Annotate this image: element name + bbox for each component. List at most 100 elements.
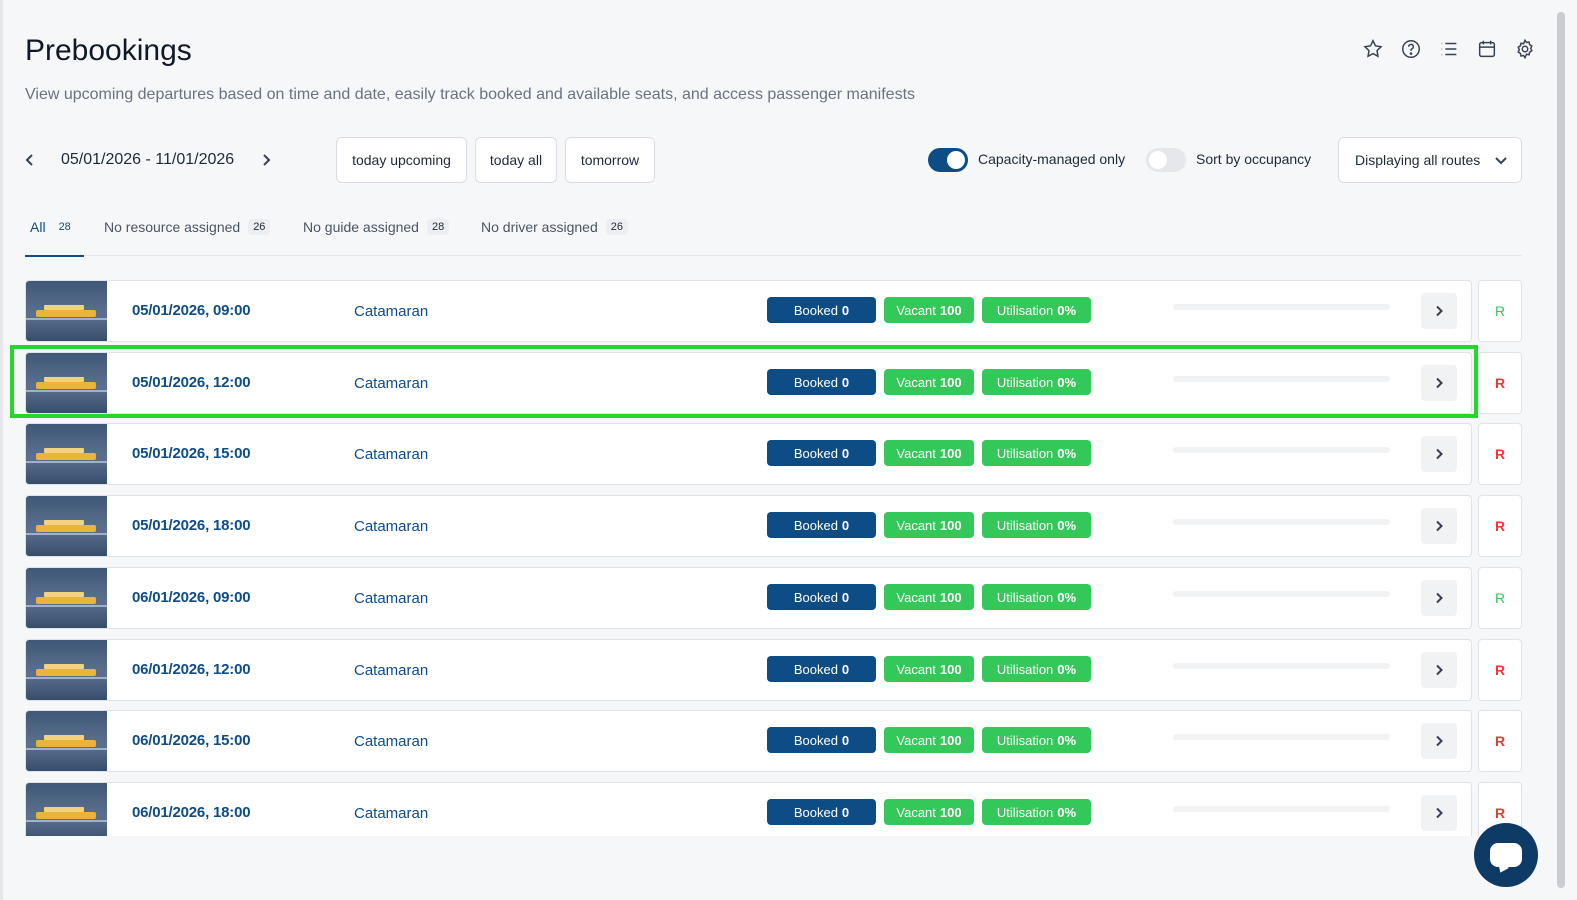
departure-datetime[interactable]: 06/01/2026, 18:00 [132, 804, 251, 821]
open-departure-button[interactable] [1421, 508, 1457, 544]
route-name[interactable]: Catamaran [354, 303, 428, 320]
tab-count: 26 [248, 219, 271, 235]
previous-week-button[interactable] [20, 150, 40, 170]
booked-badge: Booked 0 [767, 799, 876, 825]
chevron-right-icon [1436, 448, 1443, 460]
route-name[interactable]: Catamaran [354, 518, 428, 535]
departure-card[interactable]: 06/01/2026, 12:00 Catamaran Booked 0 Vaca… [25, 639, 1472, 701]
open-departure-button[interactable] [1421, 580, 1457, 616]
today-all-button[interactable]: today all [475, 137, 557, 183]
vacant-badge: Vacant 100 [884, 656, 974, 682]
open-departure-button[interactable] [1421, 293, 1457, 329]
resource-status-button[interactable]: R [1478, 639, 1522, 701]
utilisation-badge: Utilisation 0% [982, 656, 1091, 682]
today-upcoming-button[interactable]: today upcoming [336, 137, 467, 183]
open-departure-button[interactable] [1421, 723, 1457, 759]
boat-thumbnail [26, 711, 107, 771]
prebookings-page: Prebookings View upcoming departures bas… [0, 0, 1577, 900]
routes-dropdown[interactable]: Displaying all routes [1338, 137, 1522, 183]
departure-card[interactable]: 05/01/2026, 09:00 Catamaran Booked 0 Vaca… [25, 280, 1472, 342]
departure-datetime[interactable]: 06/01/2026, 09:00 [132, 589, 251, 606]
tab-no-resource-assigned[interactable]: No resource assigned 26 [104, 210, 271, 256]
water-line [26, 748, 107, 750]
boat-hull [36, 597, 96, 604]
star-icon[interactable] [1361, 37, 1385, 61]
chevron-right-icon [1436, 735, 1443, 747]
badge-label: Utilisation [996, 732, 1054, 748]
tab-no-driver-assigned[interactable]: No driver assigned 26 [481, 210, 628, 256]
toggle-knob [1149, 151, 1167, 169]
badge-label: Vacant [896, 804, 936, 820]
tab-label: No driver assigned [481, 219, 598, 235]
departure-datetime[interactable]: 05/01/2026, 15:00 [132, 445, 251, 462]
route-name[interactable]: Catamaran [354, 446, 428, 463]
departure-card[interactable]: 05/01/2026, 15:00 Catamaran Booked 0 Vaca… [25, 423, 1472, 485]
boat-thumbnail [26, 424, 107, 484]
booked-badge: Booked 0 [767, 512, 876, 538]
water-line [26, 677, 107, 679]
open-departure-button[interactable] [1421, 795, 1457, 831]
resource-status-button[interactable]: R [1478, 710, 1522, 772]
route-name[interactable]: Catamaran [354, 375, 428, 392]
resource-status-button[interactable]: R [1478, 567, 1522, 629]
tab-all[interactable]: All 28 [25, 210, 84, 257]
departure-datetime[interactable]: 06/01/2026, 12:00 [132, 661, 251, 678]
vacant-count: 100 [939, 661, 962, 677]
departure-card[interactable]: 06/01/2026, 15:00 Catamaran Booked 0 Vaca… [25, 710, 1472, 772]
boat-thumbnail [26, 783, 107, 836]
utilisation-progress-bar [1173, 591, 1390, 597]
chevron-right-icon [263, 154, 271, 166]
departure-card[interactable]: 06/01/2026, 18:00 Catamaran Booked 0 Vaca… [25, 782, 1472, 836]
badge-label: Booked [793, 302, 838, 318]
water-line [26, 533, 107, 535]
chevron-left-icon [25, 154, 33, 166]
resource-status-button[interactable]: R [1478, 423, 1522, 485]
departure-datetime[interactable]: 05/01/2026, 09:00 [132, 302, 251, 319]
tab-no-guide-assigned[interactable]: No guide assigned 28 [303, 210, 450, 256]
chat-button[interactable] [1474, 823, 1538, 887]
departure-datetime[interactable]: 05/01/2026, 12:00 [132, 374, 251, 391]
badge-label: Utilisation [996, 661, 1054, 677]
vacant-badge: Vacant 100 [884, 440, 974, 466]
departure-datetime[interactable]: 06/01/2026, 15:00 [132, 732, 251, 749]
settings-icon[interactable] [1513, 37, 1537, 61]
departure-card[interactable]: 05/01/2026, 18:00 Catamaran Booked 0 Vaca… [25, 495, 1472, 557]
route-name[interactable]: Catamaran [354, 590, 428, 607]
route-name[interactable]: Catamaran [354, 662, 428, 679]
page-scrollbar[interactable] [1557, 12, 1565, 888]
next-week-button[interactable] [256, 150, 276, 170]
capacity-managed-toggle[interactable] [928, 148, 968, 172]
open-departure-button[interactable] [1421, 365, 1457, 401]
list-icon[interactable] [1437, 37, 1461, 61]
badge-label: Booked [793, 445, 838, 461]
help-icon[interactable] [1399, 37, 1423, 61]
departure-datetime[interactable]: 05/01/2026, 18:00 [132, 517, 251, 534]
departure-row: 05/01/2026, 09:00 Catamaran Booked 0 Vaca… [25, 280, 1522, 342]
vacant-count: 100 [939, 732, 962, 748]
resource-status-button[interactable]: R [1478, 352, 1522, 414]
utilisation-progress-bar [1173, 519, 1390, 525]
boat-hull [36, 669, 96, 676]
resource-status-button[interactable]: R [1478, 280, 1522, 342]
chevron-right-icon [1436, 377, 1443, 389]
departure-card[interactable]: 06/01/2026, 09:00 Catamaran Booked 0 Vaca… [25, 567, 1472, 629]
open-departure-button[interactable] [1421, 436, 1457, 472]
date-navigator: 05/01/2026 - 11/01/2026 [20, 137, 276, 183]
vacant-badge: Vacant 100 [884, 727, 974, 753]
route-name[interactable]: Catamaran [354, 805, 428, 822]
booked-count: 0 [841, 804, 850, 820]
tomorrow-button[interactable]: tomorrow [565, 137, 655, 183]
calendar-icon[interactable] [1475, 37, 1499, 61]
chevron-right-icon [1436, 664, 1443, 676]
route-name[interactable]: Catamaran [354, 733, 428, 750]
sort-by-occupancy-toggle[interactable] [1146, 148, 1186, 172]
open-departure-button[interactable] [1421, 652, 1457, 688]
badge-label: Vacant [896, 374, 936, 390]
date-range-label[interactable]: 05/01/2026 - 11/01/2026 [61, 151, 234, 169]
departure-card[interactable]: 05/01/2026, 12:00 Catamaran Booked 0 Vaca… [25, 352, 1472, 414]
chevron-right-icon [1436, 520, 1443, 532]
badge-label: Booked [793, 804, 838, 820]
vacant-count: 100 [939, 302, 962, 318]
resource-status-button[interactable]: R [1478, 495, 1522, 557]
badge-label: Vacant [896, 517, 936, 533]
